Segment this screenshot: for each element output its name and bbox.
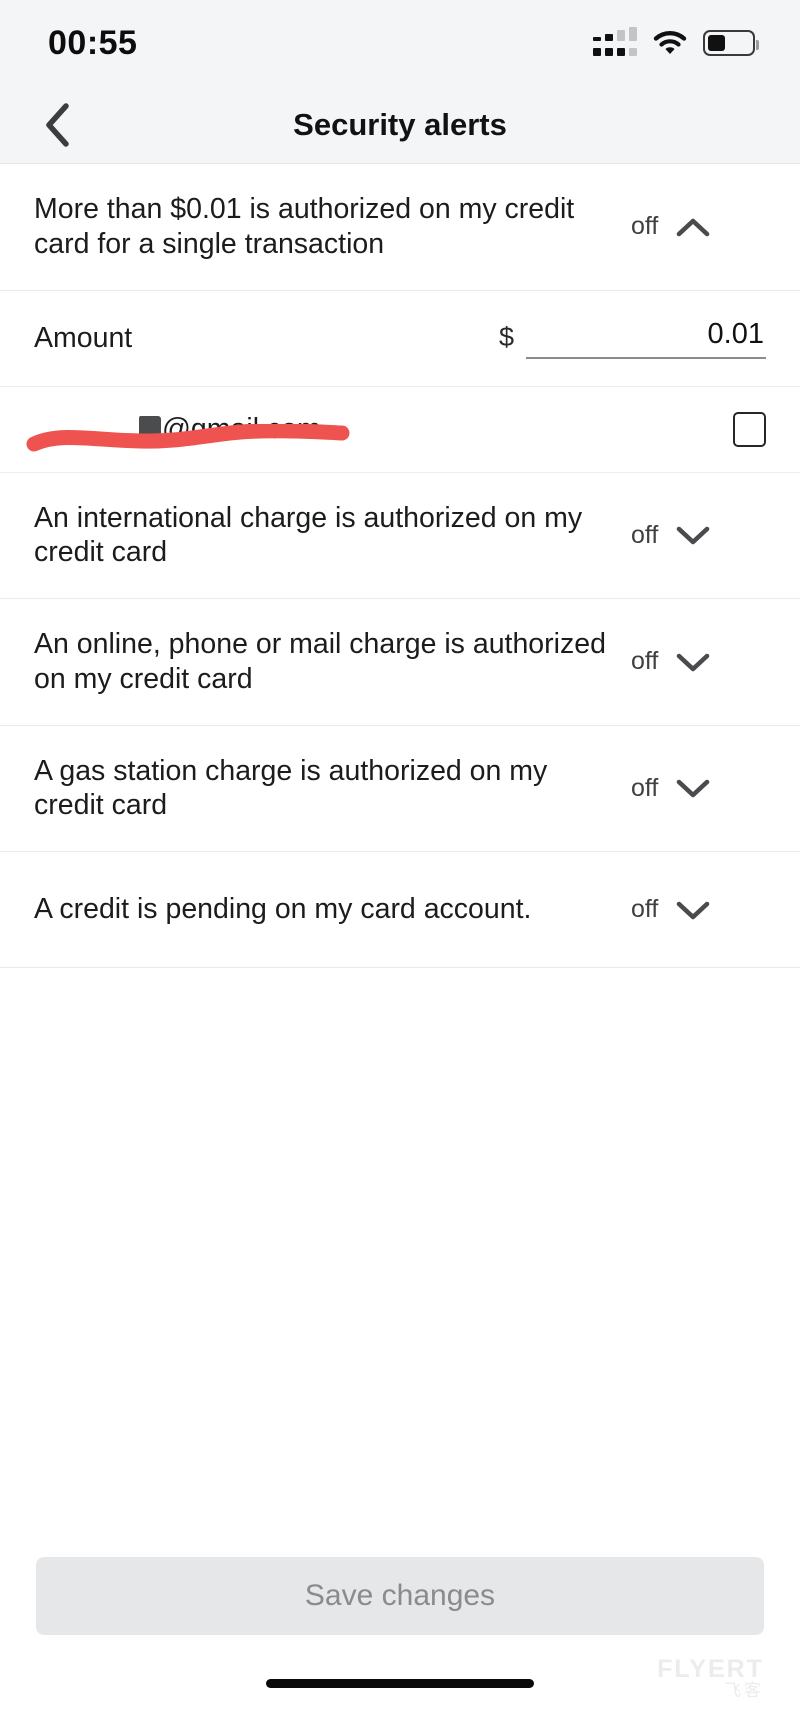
amount-input[interactable] — [526, 317, 766, 359]
alert-row-international-charge[interactable]: An international charge is authorized on… — [0, 472, 800, 600]
alert-row-online-phone-mail-charge[interactable]: An online, phone or mail charge is autho… — [0, 599, 800, 726]
alert-state: off — [631, 212, 659, 241]
phone-screen: 00:55 Security alerts More than $0.01 is… — [0, 0, 800, 1731]
status-bar-time: 00:55 — [48, 23, 138, 62]
footer: Save changes FLYERT 飞客 — [0, 1557, 800, 1699]
save-changes-button[interactable]: Save changes — [36, 1557, 764, 1635]
alert-controls[interactable]: off — [619, 210, 710, 244]
alert-row-credit-pending[interactable]: A credit is pending on my card account. … — [0, 852, 800, 969]
amount-row[interactable]: Amount $ — [0, 290, 800, 387]
chevron-left-icon — [46, 102, 69, 147]
checkbox-unchecked-icon[interactable] — [733, 411, 766, 447]
amount-label: Amount — [34, 321, 133, 354]
alert-label: An international charge is authorized on… — [34, 501, 583, 569]
cellular-signal-icon — [593, 26, 637, 56]
watermark-line-2: 飞客 — [724, 1681, 764, 1700]
navigation-bar: Security alerts — [0, 86, 800, 164]
email-address-text: @gmail.com — [162, 412, 321, 445]
alert-label: A credit is pending on my card account. — [34, 893, 532, 926]
email-delivery-row[interactable]: @gmail.com — [0, 386, 800, 473]
alert-row-single-transaction[interactable]: More than $0.01 is authorized on my cred… — [0, 164, 800, 291]
wifi-icon — [653, 30, 687, 56]
alerts-list: More than $0.01 is authorized on my cred… — [0, 164, 800, 1263]
currency-symbol: $ — [498, 321, 514, 352]
alert-state: off — [631, 520, 659, 549]
chevron-down-icon[interactable] — [676, 645, 710, 679]
alert-state: off — [631, 773, 659, 802]
chevron-down-icon[interactable] — [676, 518, 710, 552]
email-address: @gmail.com — [34, 413, 733, 446]
redaction-block — [139, 416, 161, 443]
content-spacer — [0, 1262, 800, 1557]
alert-state: off — [631, 647, 659, 676]
watermark-line-1: FLYERT — [657, 1655, 764, 1683]
battery-icon — [703, 30, 759, 56]
chevron-down-icon[interactable] — [676, 893, 710, 927]
alert-label: An online, phone or mail charge is autho… — [34, 628, 606, 695]
alert-state: off — [631, 895, 659, 924]
watermark: FLYERT 飞客 — [657, 1655, 764, 1700]
alert-row-gas-station-charge[interactable]: A gas station charge is authorized on my… — [0, 725, 800, 853]
chevron-up-icon[interactable] — [676, 210, 710, 244]
amount-field[interactable]: $ — [498, 317, 766, 359]
alert-controls[interactable]: off — [619, 518, 710, 552]
home-indicator[interactable] — [266, 1678, 534, 1688]
chevron-down-icon[interactable] — [676, 771, 710, 805]
back-button[interactable] — [30, 98, 84, 152]
alert-controls[interactable]: off — [619, 771, 710, 805]
alert-label: More than $0.01 is authorized on my cred… — [34, 193, 575, 260]
alert-label: A gas station charge is authorized on my… — [34, 754, 548, 822]
page-title: Security alerts — [293, 106, 507, 142]
status-bar: 00:55 — [0, 0, 800, 86]
status-bar-icons — [593, 26, 759, 56]
alert-controls[interactable]: off — [619, 893, 710, 927]
alert-controls[interactable]: off — [619, 645, 710, 679]
